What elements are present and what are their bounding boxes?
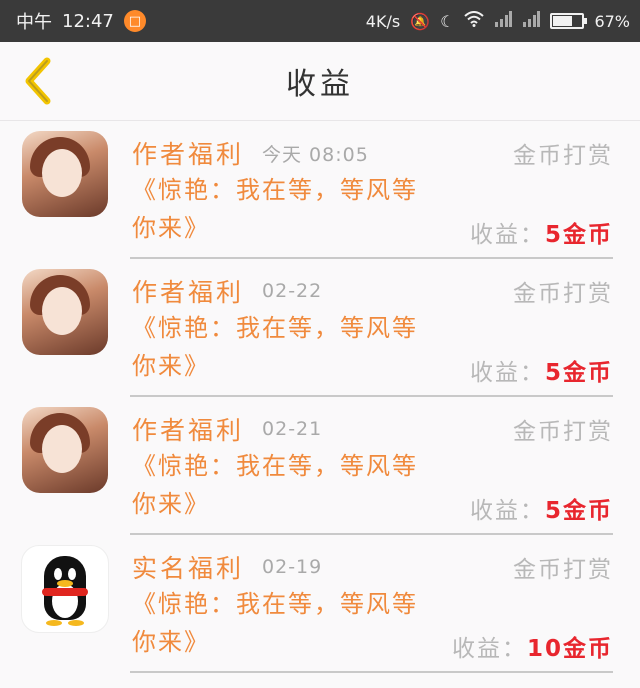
qq-penguin-avatar[interactable]: [21, 545, 109, 633]
network-speed: 4K/s: [365, 11, 401, 31]
signal-icon-2: [522, 11, 541, 31]
item-description: 《惊艳：我在等，等风等你来》: [132, 590, 418, 656]
battery-percent: 67%: [594, 11, 630, 31]
income-value: 5金币: [544, 498, 613, 524]
item-type: 金币打赏: [513, 419, 613, 445]
item-type: 金币打赏: [513, 143, 613, 169]
item-description: 《惊艳：我在等，等风等你来》: [132, 314, 418, 380]
item-description: 《惊艳：我在等，等风等你来》: [132, 176, 418, 242]
income-value: 10金币: [526, 636, 613, 662]
list-item[interactable]: 作者福利 02-22 金币打赏 《惊艳：我在等，等风等你来》 收益：5金币: [0, 259, 640, 397]
item-description: 《惊艳：我在等，等风等你来》: [132, 452, 418, 518]
mute-icon: 🔕: [410, 11, 431, 31]
clock: 12:47: [62, 10, 114, 32]
item-title: 作者福利: [132, 278, 245, 307]
income: 收益：5金币: [470, 491, 613, 525]
income: 收益：5金币: [470, 215, 613, 249]
chevron-left-icon: [25, 57, 51, 105]
item-time: 02-19: [262, 556, 323, 578]
list-item[interactable]: 作者福利 02-21 金币打赏 《惊艳：我在等，等风等你来》 收益：5金币: [0, 397, 640, 535]
item-time: 今天 08:05: [262, 143, 369, 166]
status-bar: 中午 12:47 □ 4K/s 🔕 ☾ 67%: [0, 0, 640, 42]
list-item[interactable]: 作者福利 今天 08:05 金币打赏 《惊艳：我在等，等风等你来》 收益：5金币: [0, 121, 640, 259]
item-title: 实名福利: [132, 554, 245, 583]
item-type: 金币打赏: [513, 557, 613, 583]
income-label: 收益：: [451, 636, 527, 662]
income-label: 收益：: [469, 360, 545, 386]
income-label: 收益：: [469, 498, 545, 524]
signal-icon-1: [494, 11, 513, 31]
avatar[interactable]: [22, 131, 108, 217]
title-bar: 收益: [0, 42, 640, 121]
income: 收益：10金币: [452, 629, 613, 663]
item-time: 02-21: [262, 418, 323, 440]
app-notification-icon: □: [123, 10, 146, 32]
income-value: 5金币: [544, 222, 613, 248]
income-list: 作者福利 今天 08:05 金币打赏 《惊艳：我在等，等风等你来》 收益：5金币…: [0, 121, 640, 673]
wifi-icon: [464, 11, 485, 31]
avatar[interactable]: [22, 269, 108, 355]
carrier-label: 中午: [16, 12, 52, 33]
income-value: 5金币: [544, 360, 613, 386]
back-button[interactable]: [14, 54, 62, 108]
income-label: 收益：: [469, 222, 545, 248]
item-time: 02-22: [262, 280, 323, 302]
battery-icon: [550, 13, 588, 29]
list-item[interactable]: 实名福利 02-19 金币打赏 《惊艳：我在等，等风等你来》 收益：10金币: [0, 535, 640, 673]
moon-icon: ☾: [440, 11, 455, 31]
income: 收益：5金币: [470, 353, 613, 387]
item-type: 金币打赏: [513, 281, 613, 307]
page-title: 收益: [286, 67, 354, 102]
item-title: 作者福利: [132, 140, 245, 169]
item-title: 作者福利: [132, 416, 245, 445]
avatar[interactable]: [22, 407, 108, 493]
